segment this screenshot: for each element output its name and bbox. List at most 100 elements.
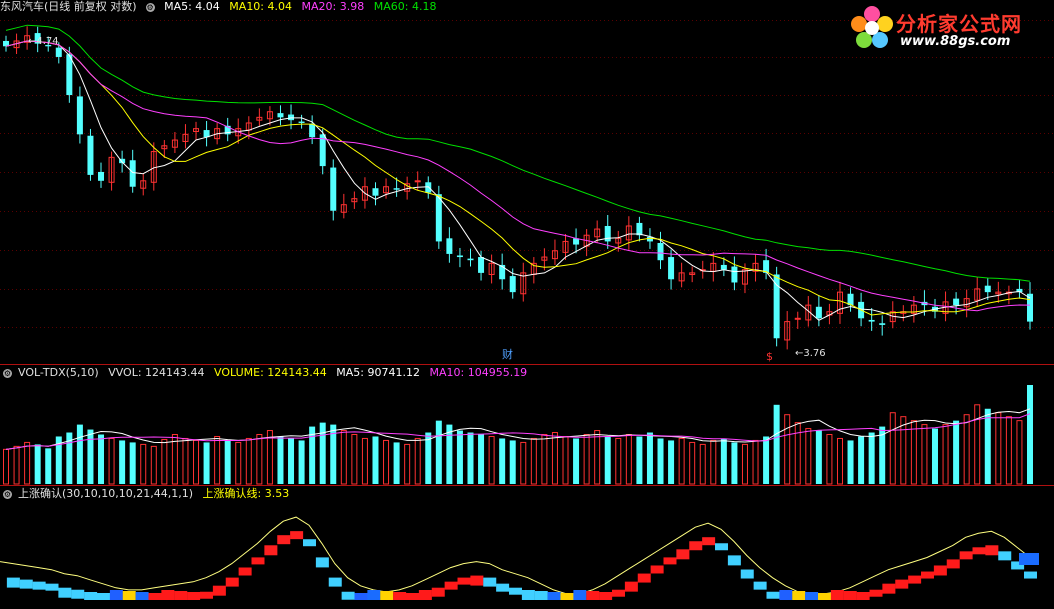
candle-down: [467, 258, 474, 261]
indicator-line: [0, 516, 1031, 595]
indicator-block: [303, 539, 316, 547]
indicator-block: [766, 591, 780, 599]
logo-url[interactable]: www.88gs.com: [900, 34, 1010, 49]
indicator-block: [71, 589, 85, 599]
volume-bar-up: [699, 443, 706, 485]
volume-bar-up: [805, 428, 812, 485]
volume-bar-down: [858, 436, 865, 484]
indicator-block: [290, 531, 304, 540]
indicator-name[interactable]: 上涨确认(30,10,10,10,21,44,1,1): [18, 487, 193, 500]
volume-bar-up: [678, 437, 685, 485]
volume-bar-up: [108, 437, 115, 485]
ma10-line: [5, 40, 1031, 316]
ma10-label: MA10: 4.04: [229, 0, 293, 13]
volume-bar-down: [45, 448, 52, 484]
candle-down: [720, 264, 727, 270]
volume-bar-up: [942, 424, 949, 485]
ma20-label: MA20: 3.98: [301, 0, 365, 13]
indicator-block: [148, 593, 162, 600]
candle-down: [984, 285, 991, 293]
indicator-block: [612, 589, 625, 597]
indicator-header: ⚙ 上涨确认(30,10,10,10,21,44,1,1) 上涨确认线: 3.53: [0, 487, 295, 501]
volume-bar-down: [298, 440, 305, 484]
volume-bar-up: [752, 439, 759, 485]
indicator-block: [715, 543, 728, 551]
volume-bar-down: [435, 420, 442, 484]
indicator-block: [637, 573, 651, 583]
indicator-block: [882, 583, 896, 594]
volume-bar-down: [720, 438, 727, 484]
volume-bar-down: [646, 432, 653, 484]
indicator-block: [560, 593, 574, 600]
indicator-block: [251, 557, 265, 565]
vol-settings-icon[interactable]: ⚙: [3, 369, 12, 378]
indicator-block: [277, 535, 291, 545]
indicator-block: [830, 590, 844, 600]
indicator-block-last: [1019, 553, 1039, 565]
ma5-label: MA5: 4.04: [164, 0, 220, 13]
volume-bar-down: [773, 404, 780, 484]
volume-bar-up: [562, 435, 569, 485]
volume-bar-down: [931, 428, 938, 484]
volume-bar-down: [868, 432, 875, 484]
candle-down: [456, 255, 463, 258]
candle-down: [668, 257, 675, 280]
indicator-block: [792, 591, 806, 600]
candle-down: [330, 167, 337, 211]
indicator-block: [341, 591, 355, 600]
volume-bar-down: [129, 442, 136, 484]
indicator-block: [109, 590, 123, 600]
indicator-block: [998, 551, 1012, 561]
indicator-block: [689, 541, 703, 551]
volume-bar-up: [836, 437, 843, 485]
volume-bar-up: [266, 430, 273, 485]
candle-down: [657, 242, 664, 261]
indicator-block: [200, 591, 213, 599]
volume-bar-up: [340, 430, 347, 485]
vol-name[interactable]: VOL-TDX(5,10): [18, 366, 99, 379]
indicator-line-label: 上涨确认线: 3.53: [202, 487, 290, 500]
indicator-block: [393, 592, 407, 600]
volume-bar-up: [784, 414, 791, 485]
volume-bar-up: [182, 437, 189, 485]
indicator-block: [946, 559, 960, 569]
indicator-block: [97, 593, 110, 600]
candle-down: [277, 113, 284, 118]
volume-bar-up: [900, 416, 907, 485]
volume-bar-up: [256, 434, 263, 485]
indicator-block: [959, 551, 973, 560]
indicator-block: [483, 577, 497, 587]
volume-bar-up: [520, 441, 527, 485]
stock-title[interactable]: 东风汽车(日线 前复权 对数): [0, 0, 137, 13]
volume-bar-down: [636, 436, 643, 484]
indicator-block: [380, 591, 394, 600]
volume-bar-up: [689, 441, 696, 485]
candle-down: [425, 182, 432, 193]
volume-bar-up: [995, 412, 1002, 485]
vol-ma5-label: MA5: 90741.12: [336, 366, 420, 379]
volume-bar-down: [319, 422, 326, 484]
indicator-block: [496, 583, 510, 592]
volume-bar-down: [573, 438, 580, 484]
indicator-block: [586, 591, 600, 600]
finance-marker: $: [766, 350, 773, 363]
volume-bar-down: [203, 442, 210, 484]
volume-bar-up: [594, 430, 601, 485]
indicator-block: [45, 583, 59, 591]
indicator-block: [264, 545, 278, 556]
settings-icon[interactable]: ⚙: [145, 3, 155, 12]
ind-settings-icon[interactable]: ⚙: [3, 490, 12, 499]
candle-down: [372, 188, 379, 196]
candle-up: [414, 180, 421, 183]
volume-bar-down: [763, 436, 770, 484]
volume-bar-down: [277, 436, 284, 484]
chart-stage[interactable]: ←4.74 ←3.76 财 $ 东风汽车(日线 前复权 对数) ⚙ MA5: 4.04 …: [0, 0, 1054, 606]
volume-bar-down: [657, 438, 664, 484]
indicator-block: [444, 581, 458, 590]
indicator-block: [843, 591, 857, 600]
low-price-label: ←3.76: [795, 348, 826, 359]
volume-bar-up: [710, 439, 717, 485]
indicator-block: [354, 593, 368, 600]
indicator-block: [84, 592, 98, 600]
ma20-line: [5, 40, 1031, 312]
